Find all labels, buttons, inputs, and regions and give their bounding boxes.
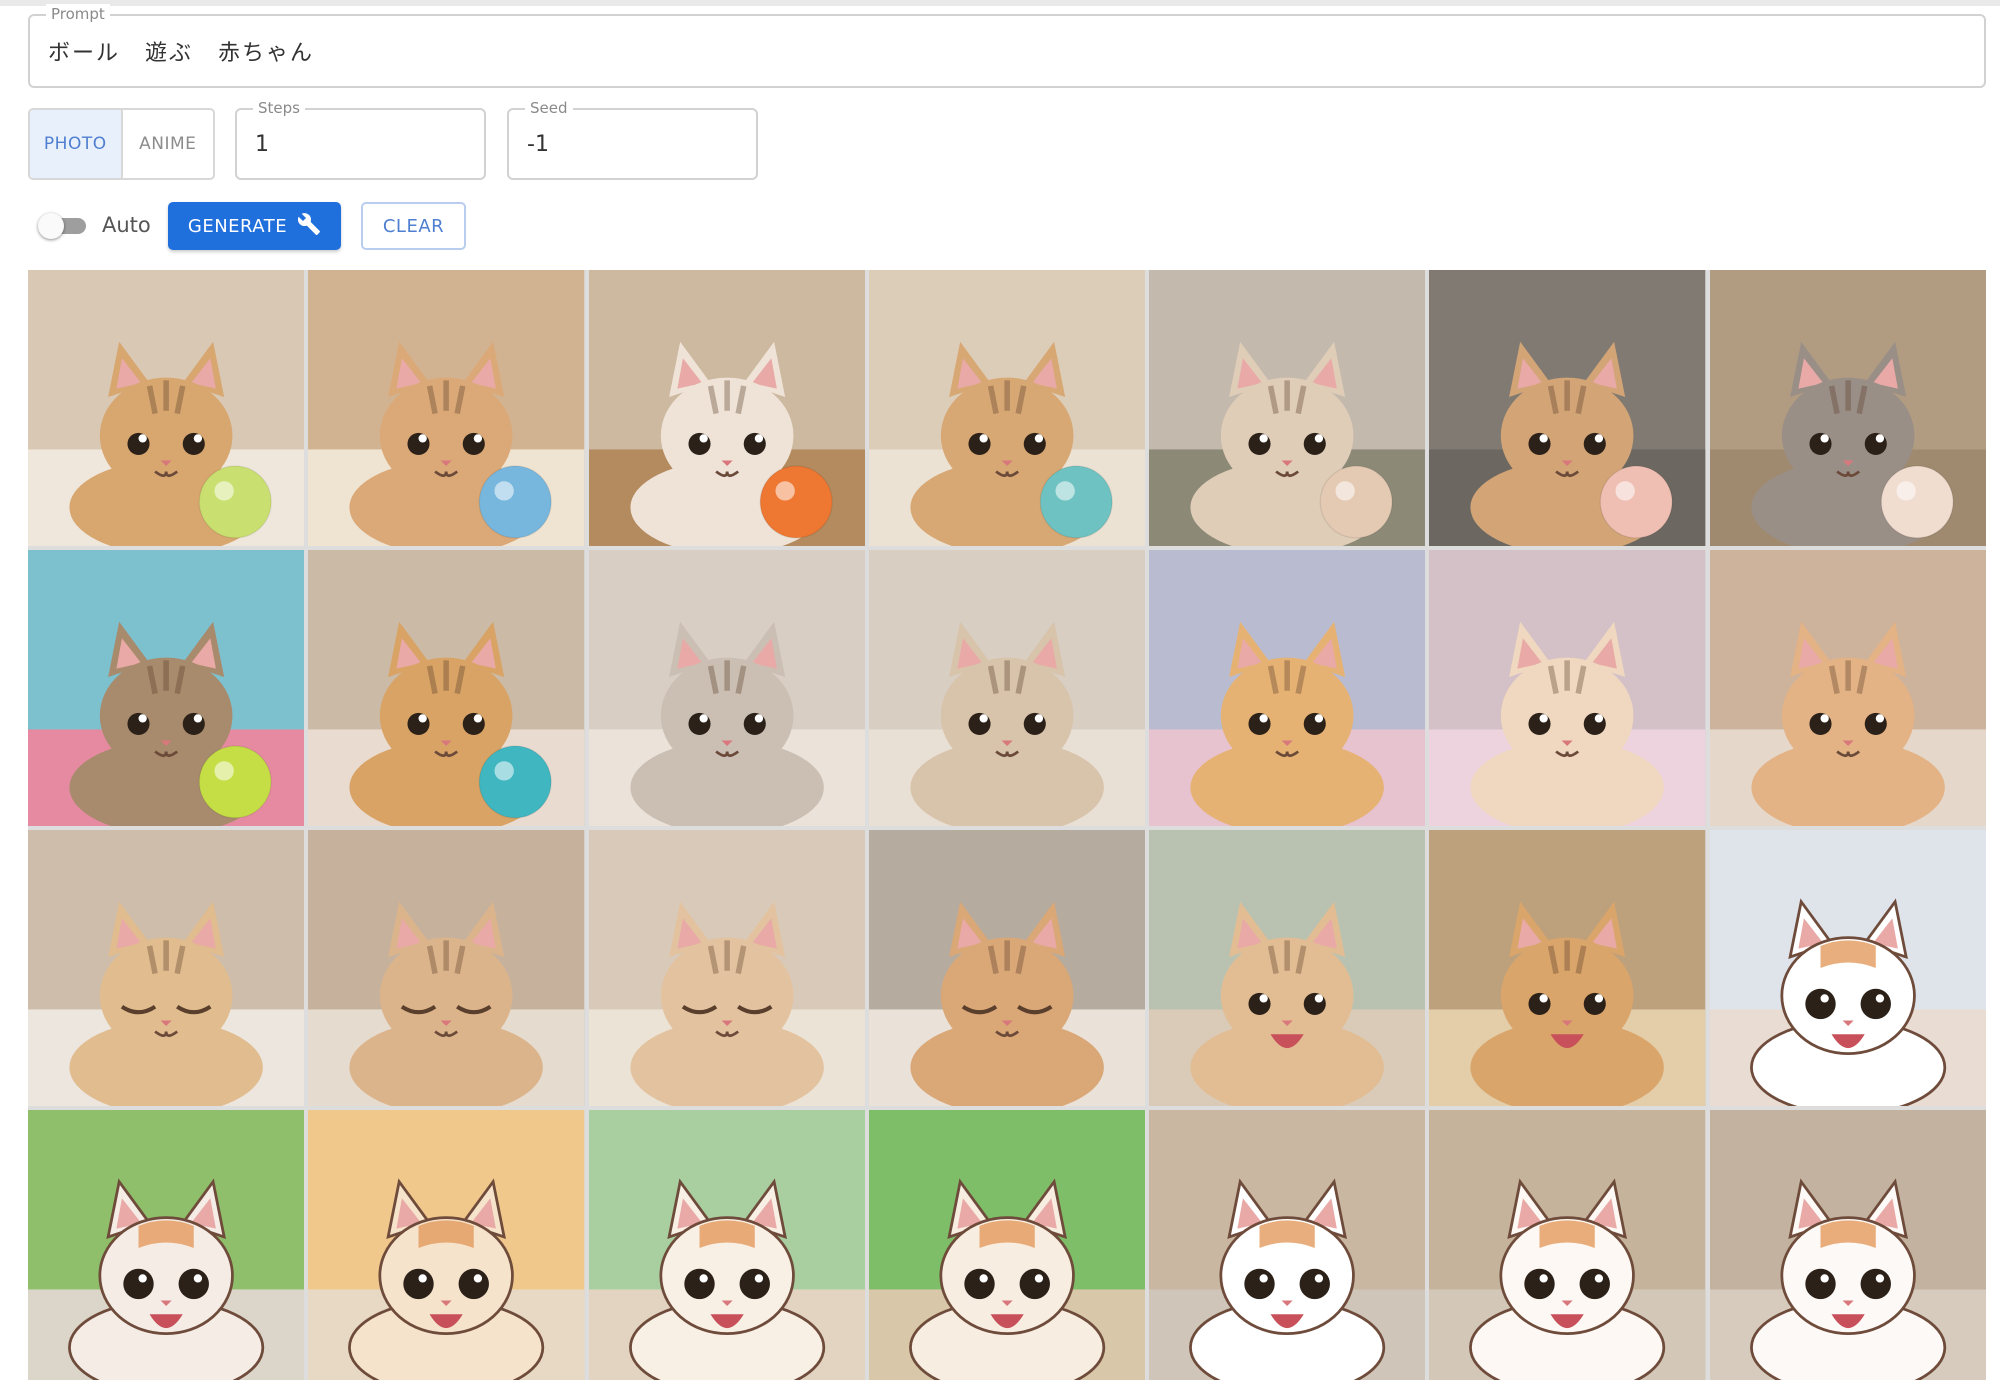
- gallery-image[interactable]: [308, 830, 585, 1106]
- cat-thumbnail: [1429, 270, 1706, 546]
- cat-thumbnail: [868, 550, 1146, 826]
- gallery-image[interactable]: [28, 1110, 305, 1380]
- cat-thumbnail: [28, 830, 305, 1106]
- wrench-icon: [297, 212, 321, 241]
- gallery-image[interactable]: [308, 1110, 585, 1380]
- gallery-image[interactable]: [28, 550, 305, 826]
- gallery-image[interactable]: [588, 550, 865, 826]
- generate-button[interactable]: GENERATE: [168, 202, 341, 250]
- cat-thumbnail: [1429, 1110, 1706, 1380]
- cat-thumbnail: [28, 270, 305, 546]
- gallery-image[interactable]: [1709, 1110, 1986, 1380]
- cat-thumbnail: [868, 1110, 1146, 1380]
- cat-thumbnail: [868, 270, 1146, 546]
- top-divider: [0, 0, 2000, 6]
- cat-thumbnail: [28, 550, 305, 826]
- gallery-image[interactable]: [1149, 270, 1426, 546]
- cat-thumbnail: [1429, 830, 1706, 1106]
- gallery-image[interactable]: [588, 270, 865, 546]
- prompt-field[interactable]: Prompt ボール 遊ぶ 赤ちゃん: [28, 4, 1986, 88]
- prompt-input[interactable]: ボール 遊ぶ 赤ちゃん: [48, 16, 1966, 86]
- gallery-image[interactable]: [1709, 270, 1986, 546]
- gallery-image[interactable]: [1429, 550, 1706, 826]
- cat-thumbnail: [1149, 1110, 1426, 1380]
- gallery-image[interactable]: [868, 830, 1146, 1106]
- cat-thumbnail: [588, 270, 865, 546]
- generate-button-label: GENERATE: [187, 215, 288, 237]
- cat-thumbnail: [1149, 270, 1426, 546]
- seed-input[interactable]: -1: [527, 110, 738, 178]
- gallery-image[interactable]: [868, 1110, 1146, 1380]
- cat-thumbnail: [1149, 830, 1426, 1106]
- cat-thumbnail: [1709, 550, 1986, 826]
- gallery-image[interactable]: [1429, 1110, 1706, 1380]
- steps-field[interactable]: Steps 1: [235, 98, 486, 180]
- cat-thumbnail: [308, 830, 585, 1106]
- gallery-image[interactable]: [1149, 830, 1426, 1106]
- image-gallery: [28, 270, 1986, 1380]
- cat-thumbnail: [308, 270, 585, 546]
- gallery-image[interactable]: [1429, 830, 1706, 1106]
- gallery-image[interactable]: [1149, 550, 1426, 826]
- cat-thumbnail: [868, 830, 1146, 1106]
- style-toggle-group: PHOTO ANIME: [28, 108, 215, 180]
- cat-thumbnail: [588, 550, 865, 826]
- cat-thumbnail: [308, 550, 585, 826]
- cat-thumbnail: [1709, 270, 1986, 546]
- cat-thumbnail: [1709, 1110, 1986, 1380]
- cat-thumbnail: [1429, 550, 1706, 826]
- gallery-image[interactable]: [1149, 1110, 1426, 1380]
- seed-field[interactable]: Seed -1: [507, 98, 758, 180]
- cat-thumbnail: [1149, 550, 1426, 826]
- gallery-image[interactable]: [1429, 270, 1706, 546]
- photo-toggle-button[interactable]: PHOTO: [30, 110, 123, 178]
- gallery-image[interactable]: [1709, 550, 1986, 826]
- gallery-image[interactable]: [308, 550, 585, 826]
- gallery-image[interactable]: [588, 1110, 865, 1380]
- cat-thumbnail: [308, 1110, 585, 1380]
- gallery-image[interactable]: [1709, 830, 1986, 1106]
- steps-input[interactable]: 1: [255, 110, 466, 178]
- gallery-image[interactable]: [868, 270, 1146, 546]
- cat-thumbnail: [1709, 830, 1986, 1106]
- auto-switch[interactable]: [38, 213, 90, 239]
- gallery-image[interactable]: [28, 830, 305, 1106]
- gallery-image[interactable]: [588, 830, 865, 1106]
- gallery-image[interactable]: [308, 270, 585, 546]
- gallery-image[interactable]: [868, 550, 1146, 826]
- auto-switch-thumb: [38, 213, 64, 239]
- anime-toggle-button[interactable]: ANIME: [123, 110, 214, 178]
- cat-thumbnail: [588, 1110, 865, 1380]
- gallery-image[interactable]: [28, 270, 305, 546]
- cat-thumbnail: [588, 830, 865, 1106]
- clear-button[interactable]: CLEAR: [361, 202, 466, 250]
- cat-thumbnail: [28, 1110, 305, 1380]
- auto-label: Auto: [102, 213, 151, 237]
